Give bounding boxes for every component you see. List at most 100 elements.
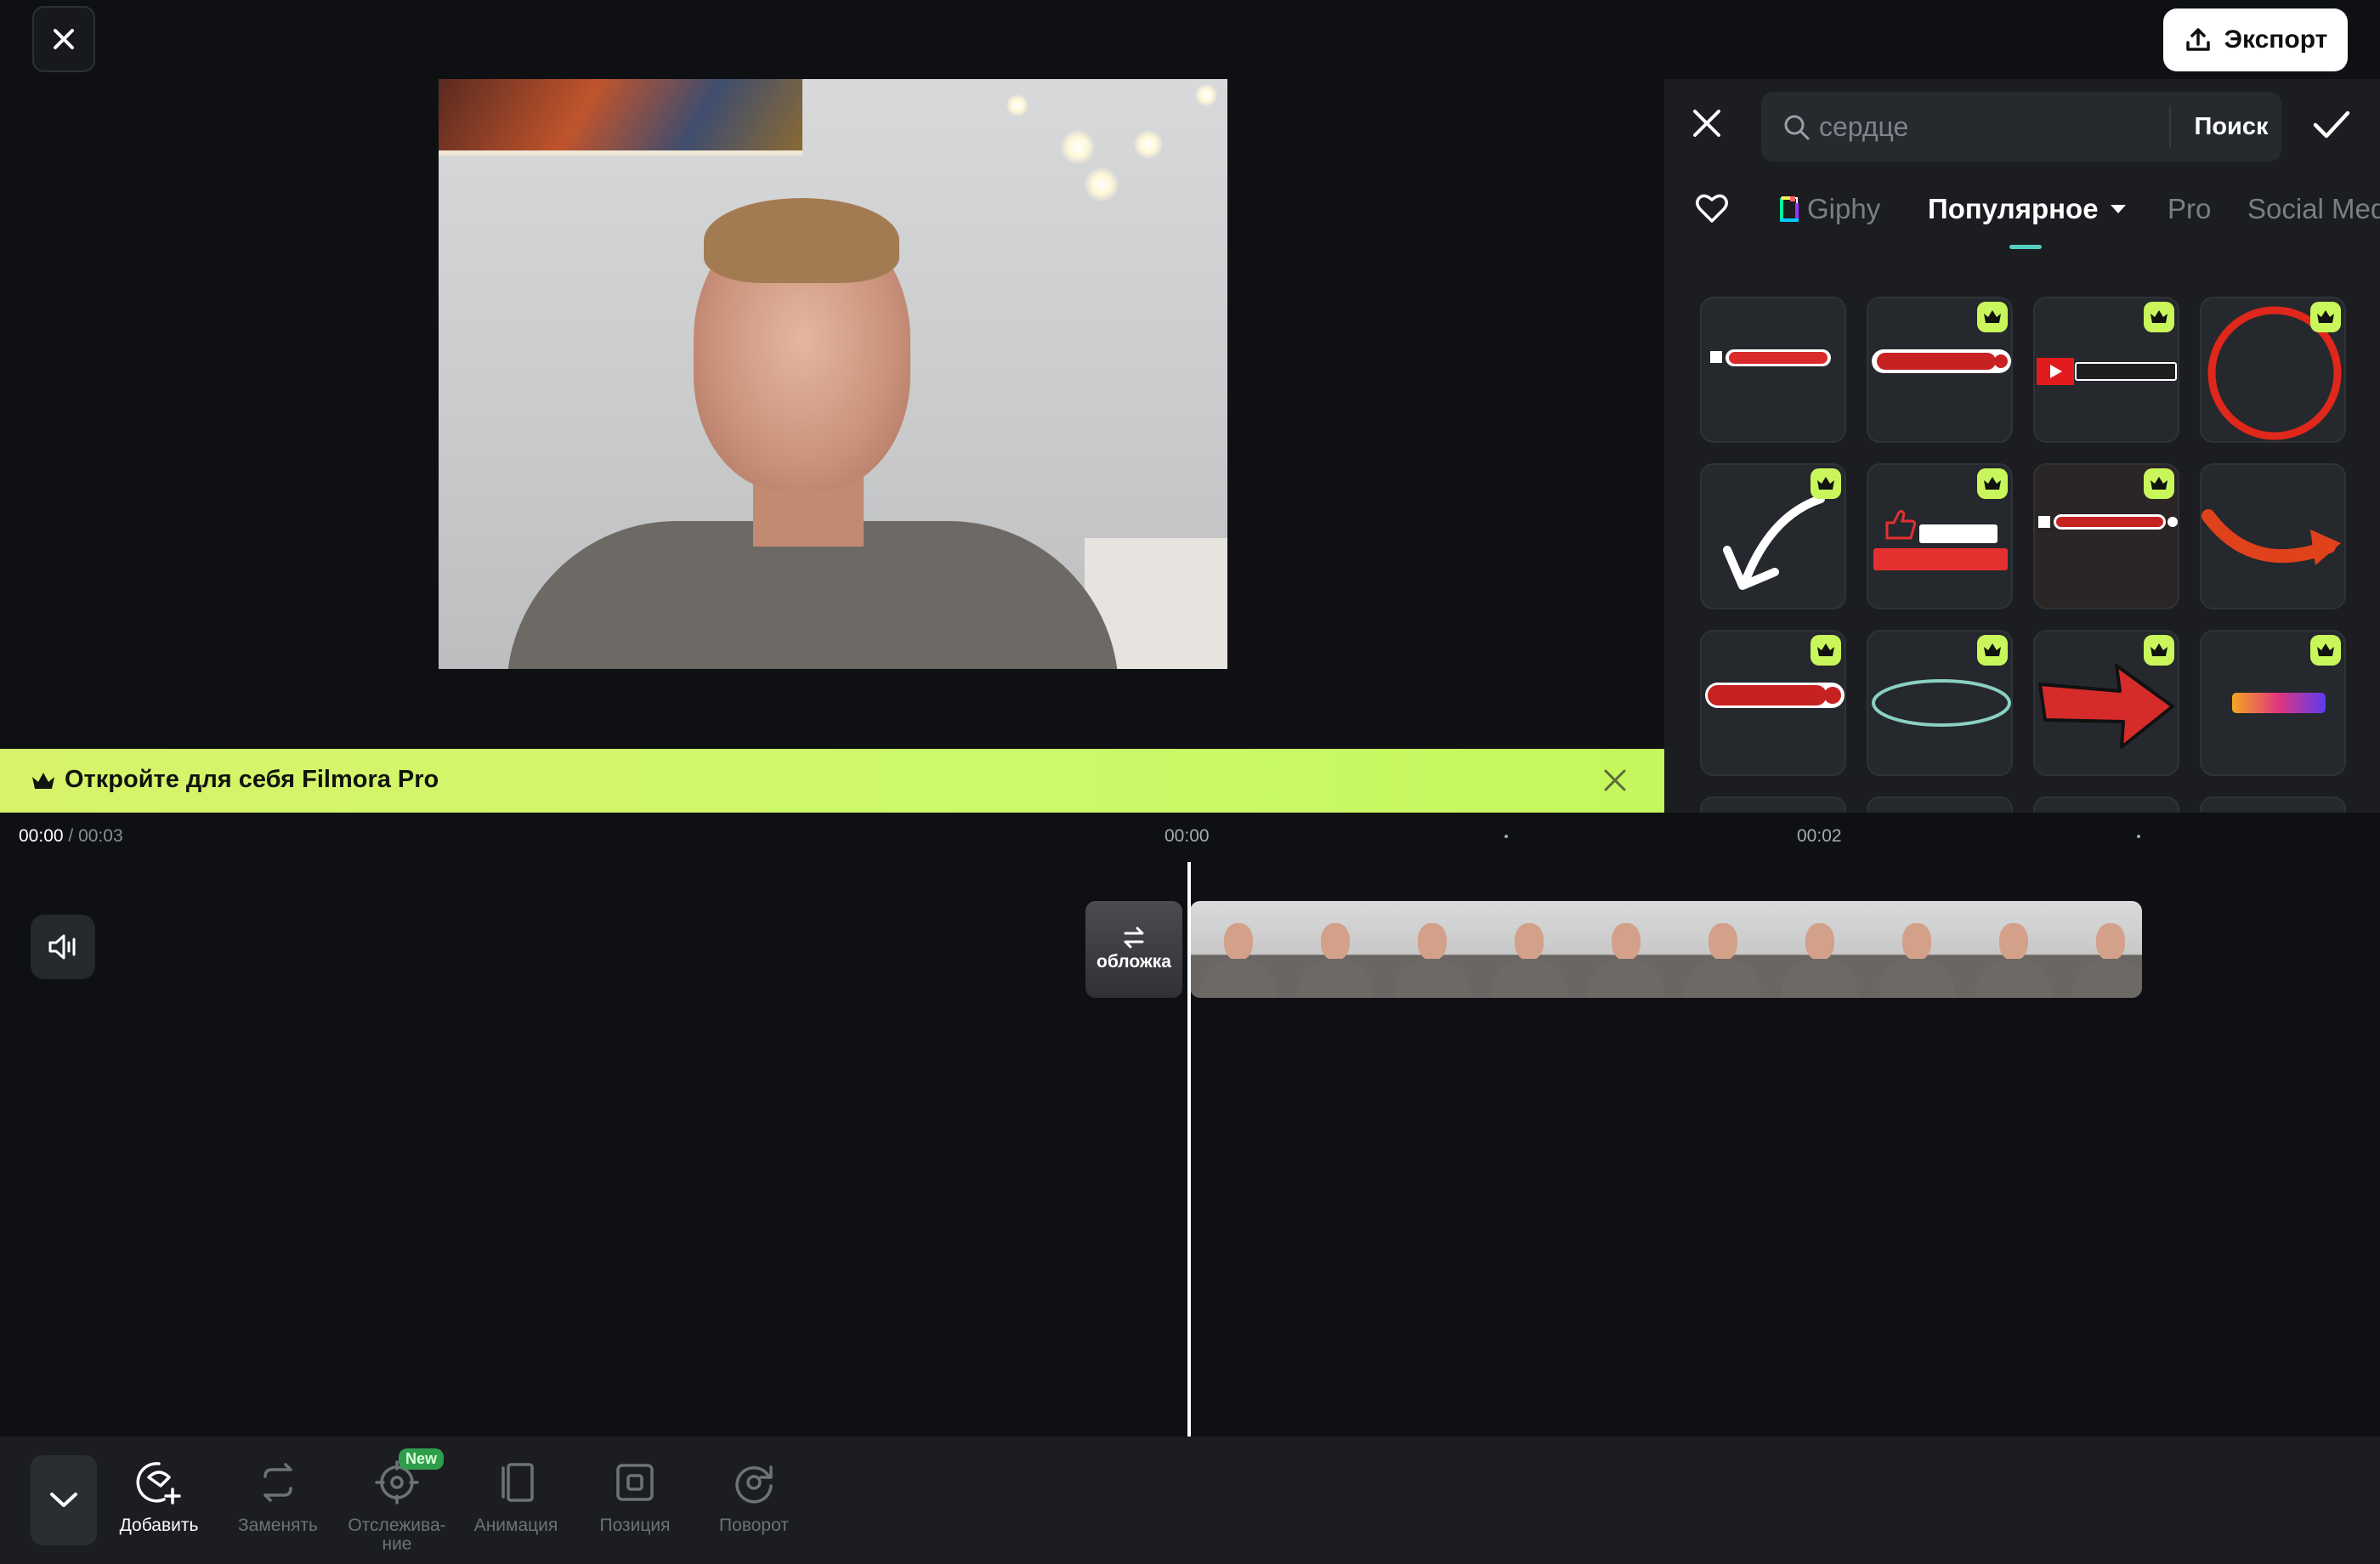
- crown-icon: [1984, 643, 2001, 656]
- tab-pro[interactable]: Pro: [2168, 193, 2211, 225]
- clip-frame: [1287, 901, 1384, 998]
- tool-rotate[interactable]: Поворот: [703, 1457, 805, 1535]
- giphy-logo-icon: [1780, 196, 1799, 222]
- sticker-white-arrow[interactable]: [1700, 463, 1846, 609]
- close-panel-icon[interactable]: [1690, 106, 1724, 140]
- string-lights: [949, 79, 1227, 207]
- pro-crown-badge: [1977, 302, 2008, 332]
- ruler-dot: [1504, 835, 1508, 838]
- tab-social-media[interactable]: Social Media: [2247, 193, 2380, 225]
- export-button[interactable]: Экспорт: [2163, 8, 2348, 71]
- red-curved-arrow-icon: [2202, 509, 2341, 565]
- tab-popular[interactable]: Популярное: [1928, 193, 2128, 225]
- tab-giphy[interactable]: Giphy: [1780, 193, 1880, 225]
- tool-add[interactable]: Добавить: [108, 1457, 210, 1535]
- clip-frame: [1965, 901, 2062, 998]
- sticker-subscribe-dark-button[interactable]: [1700, 630, 1846, 776]
- swap-icon: [1124, 926, 1144, 949]
- sticker-panel: Поиск Giphy Популярное Pro Social Media: [1664, 79, 2380, 813]
- timeline: 00:00 / 00:03 00:00 00:02 обложка: [0, 813, 2380, 1436]
- search-box: Поиск: [1761, 92, 2281, 162]
- sticker-row4-item-1[interactable]: [1700, 796, 1846, 813]
- search-input[interactable]: [1819, 107, 2193, 146]
- sticker-red-arrow[interactable]: [2033, 630, 2179, 776]
- position-icon: [616, 1464, 654, 1501]
- close-editor-button[interactable]: [32, 6, 95, 72]
- pro-crown-badge: [2310, 635, 2341, 666]
- search-divider: [2169, 105, 2171, 148]
- bottom-toolbar: Добавить Заменять New Отслежива- ние Ани…: [0, 1436, 2380, 1564]
- pro-upsell-banner[interactable]: Откройте для себя Filmora Pro: [0, 749, 1664, 813]
- cover-label: обложка: [1096, 952, 1171, 972]
- crown-icon: [2150, 643, 2168, 656]
- sticker-subscribirse[interactable]: [2033, 463, 2179, 609]
- tool-replace[interactable]: Заменять: [227, 1457, 329, 1535]
- replace-icon: [264, 1463, 292, 1502]
- video-preview[interactable]: [439, 79, 1227, 669]
- current-time: 00:00: [19, 826, 64, 846]
- sticker-like-comment[interactable]: [1867, 463, 2013, 609]
- ruler-dot: [2137, 835, 2140, 838]
- clip-frame: [1771, 901, 1868, 998]
- tool-tracking[interactable]: New Отслежива- ние: [346, 1448, 448, 1554]
- active-tab-indicator: [2009, 245, 2042, 249]
- collapse-toolbar-button[interactable]: [31, 1455, 97, 1545]
- tab-popular-label: Популярное: [1928, 193, 2099, 224]
- ruler-tick-1: 00:02: [1797, 826, 1842, 846]
- ruler-tick-0: 00:00: [1164, 826, 1210, 846]
- crown-icon: [2317, 643, 2334, 656]
- pro-crown-badge: [2144, 468, 2174, 499]
- pro-crown-badge: [2144, 302, 2174, 332]
- playhead[interactable]: [1187, 862, 1191, 1436]
- sticker-row4-item-4[interactable]: [2200, 796, 2346, 813]
- crown-icon: [32, 773, 54, 789]
- sticker-category-tabs: Giphy Популярное Pro Social Media: [1664, 181, 2380, 249]
- clip-frame: [1384, 901, 1481, 998]
- close-banner-icon[interactable]: [1602, 768, 1628, 793]
- crown-icon: [1984, 477, 2001, 490]
- pro-crown-badge: [1810, 635, 1841, 666]
- person-hair: [704, 198, 899, 283]
- sticker-gradient-subscribe[interactable]: [2200, 630, 2346, 776]
- clip-frame: [1868, 901, 1965, 998]
- sticker-red-curved-arrow[interactable]: [2200, 463, 2346, 609]
- time-separator: /: [63, 826, 79, 846]
- sticker-row4-item-2[interactable]: [1867, 796, 2013, 813]
- upload-icon: [2185, 28, 2210, 51]
- new-badge: New: [399, 1448, 445, 1470]
- video-clip[interactable]: [1190, 901, 2142, 998]
- tool-position[interactable]: Позиция: [584, 1457, 686, 1535]
- tool-animation-label: Анимация: [473, 1516, 558, 1535]
- sticker-subscribe-button-bell[interactable]: [1867, 297, 2013, 443]
- subscribe-thumb-icon: [1710, 349, 1831, 366]
- background-painting: [439, 79, 802, 156]
- mute-button[interactable]: [31, 915, 95, 979]
- tool-rotate-label: Поворот: [719, 1516, 789, 1535]
- pro-crown-badge: [1977, 468, 2008, 499]
- sticker-red-circle[interactable]: [2200, 297, 2346, 443]
- time-readout: 00:00 / 00:03: [19, 826, 123, 847]
- video-preview-area: [0, 79, 1664, 804]
- clip-frame: [1674, 901, 1771, 998]
- animation-icon: [502, 1463, 534, 1502]
- sticker-youtube-subscribe[interactable]: [2033, 297, 2179, 443]
- export-label: Экспорт: [2224, 26, 2328, 54]
- sticker-row4-item-3[interactable]: [2033, 796, 2179, 813]
- search-button[interactable]: Поиск: [2181, 92, 2281, 162]
- crown-icon: [2150, 310, 2168, 323]
- crown-icon: [2150, 477, 2168, 490]
- sticker-subscribe-pill[interactable]: [1700, 297, 1846, 443]
- pro-crown-badge: [1810, 468, 1841, 499]
- cover-button[interactable]: обложка: [1085, 901, 1182, 998]
- clip-frame: [1578, 901, 1674, 998]
- sticker-teal-ellipse[interactable]: [1867, 630, 2013, 776]
- clip-frame: [1481, 901, 1578, 998]
- speaker-icon: [48, 934, 76, 960]
- tool-position-label: Позиция: [599, 1516, 671, 1535]
- tool-replace-label: Заменять: [237, 1516, 318, 1535]
- rotate-icon: [735, 1465, 773, 1504]
- favorites-heart-icon[interactable]: [1695, 192, 1729, 224]
- tab-giphy-label: Giphy: [1807, 193, 1881, 224]
- confirm-icon[interactable]: [2312, 108, 2351, 142]
- tool-animation[interactable]: Анимация: [465, 1457, 567, 1535]
